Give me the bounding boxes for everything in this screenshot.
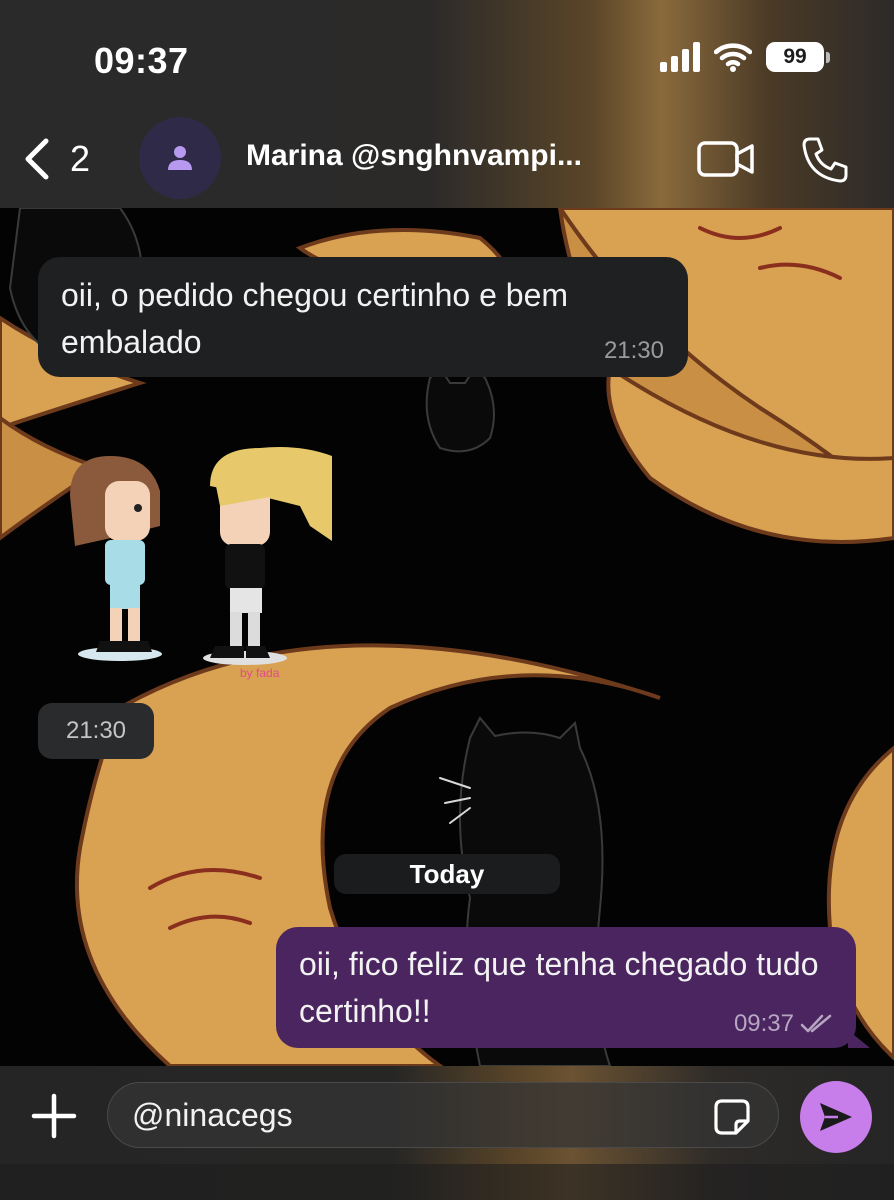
send-icon [820, 1103, 852, 1131]
message-time: 21:30 [603, 337, 664, 364]
back-chevron-icon[interactable] [18, 137, 58, 181]
send-button[interactable] [800, 1081, 872, 1153]
video-call-icon[interactable] [696, 138, 756, 180]
message-text: oii, o pedido chegou certinho e bem emba… [61, 277, 569, 360]
sticker-caption: by fada [240, 666, 280, 680]
status-icons: 99 [660, 42, 830, 72]
contact-name[interactable]: Marina @snghnvampi... [246, 139, 582, 173]
outgoing-message[interactable]: oii, fico feliz que tenha chegado tudo c… [276, 927, 870, 1048]
bubble-tail [848, 1030, 870, 1048]
cellular-signal-icon [660, 42, 700, 72]
read-receipt-icon [800, 1014, 832, 1033]
wifi-icon [714, 43, 752, 72]
message-input[interactable]: @ninacegs [107, 1082, 779, 1148]
message-time: 09:37 [733, 1010, 794, 1037]
message-input-value[interactable]: @ninacegs [132, 1097, 293, 1134]
chat-area[interactable]: oii, o pedido chegou certinho e bem emba… [0, 208, 894, 1066]
sticker-character-right [203, 447, 332, 665]
plus-icon[interactable] [30, 1092, 78, 1140]
back-unread-count[interactable]: 2 [70, 138, 90, 180]
avatar[interactable] [139, 117, 221, 199]
date-separator: Today [334, 854, 560, 894]
message-meta: 09:37 [734, 1010, 834, 1038]
status-time: 09:37 [94, 40, 189, 81]
battery-level: 99 [766, 42, 824, 72]
sticker-time: 21:30 [38, 703, 154, 759]
person-icon [168, 146, 192, 170]
top-bar: 09:37 99 2 Marina @snghnvampi... [0, 0, 894, 208]
composer-bar: @ninacegs [0, 1066, 894, 1200]
sticker-character-left [70, 456, 162, 661]
phone-icon[interactable] [800, 135, 850, 185]
sticker-image[interactable] [60, 436, 350, 686]
battery-icon: 99 [766, 42, 830, 72]
bottom-strip [0, 1164, 894, 1200]
incoming-message[interactable]: oii, o pedido chegou certinho e bem emba… [38, 257, 688, 377]
sticker-icon[interactable] [712, 1097, 752, 1137]
